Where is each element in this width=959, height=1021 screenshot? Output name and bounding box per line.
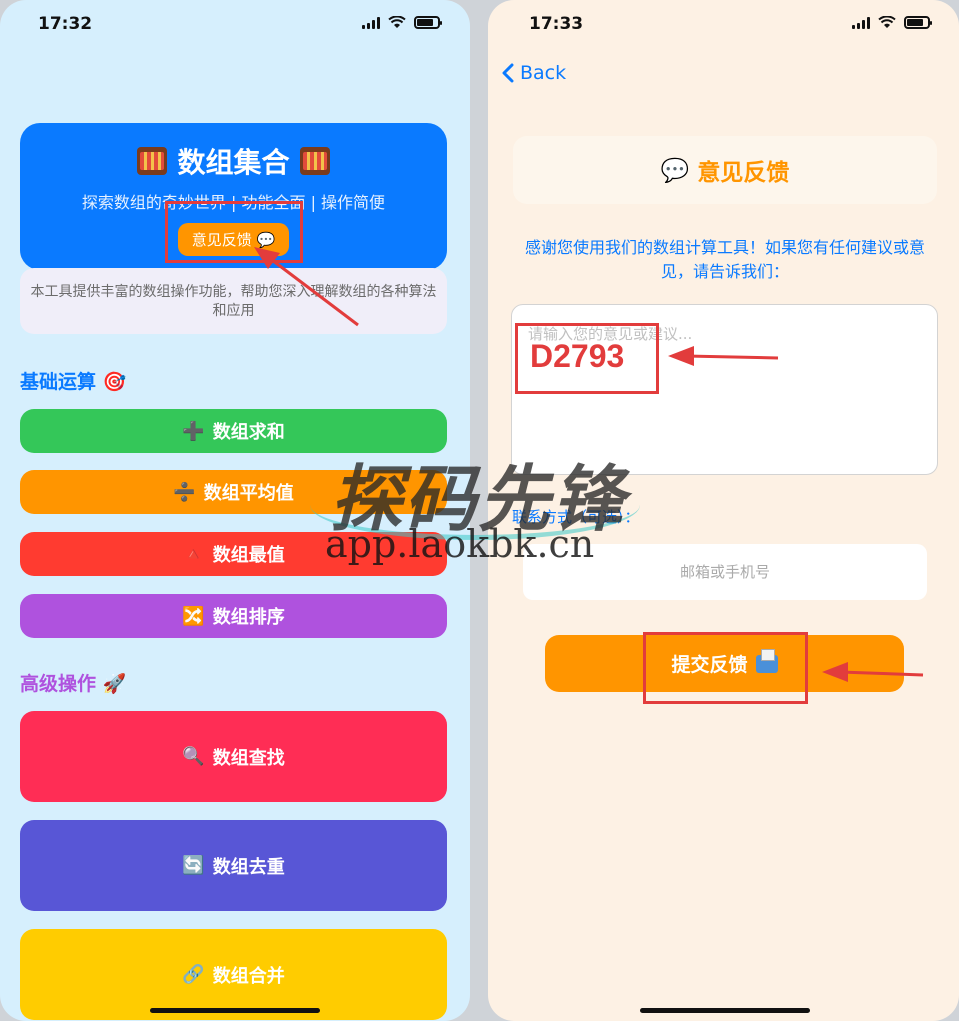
- status-time: 17:32: [38, 14, 93, 34]
- wifi-icon: [388, 16, 406, 28]
- battery-icon: [904, 16, 932, 29]
- section-title-basic-text: 基础运算: [20, 371, 97, 393]
- annotation-arrow-icon: [822, 662, 924, 682]
- section-title-advanced-text: 高级操作: [20, 673, 97, 695]
- feedback-header: 💬 意见反馈: [513, 136, 937, 204]
- link-icon: 🔗: [182, 964, 205, 985]
- merge-button[interactable]: 🔗 数组合并: [20, 929, 447, 1020]
- battery-icon: [414, 16, 442, 29]
- back-button[interactable]: Back: [502, 62, 566, 84]
- cellular-signal-icon: [362, 16, 380, 29]
- refresh-icon: 🔄: [182, 855, 205, 876]
- annotation-code: D2793: [530, 338, 625, 374]
- abacus-icon: [299, 147, 330, 175]
- wifi-icon: [878, 16, 896, 28]
- rocket-icon: 🚀: [102, 673, 127, 695]
- search-button[interactable]: 🔍 数组查找: [20, 711, 447, 802]
- status-icons: [362, 16, 442, 29]
- annotation-arrow-icon: [668, 346, 779, 366]
- section-title-advanced: 高级操作 🚀: [20, 669, 126, 696]
- shuffle-icon: 🔀: [182, 605, 205, 627]
- highlight-box: [643, 632, 808, 704]
- chevron-left-icon: [502, 63, 514, 83]
- back-label: Back: [520, 62, 567, 84]
- status-time: 17:33: [529, 14, 584, 34]
- status-icons: [852, 16, 932, 29]
- merge-button-label: 数组合并: [212, 965, 285, 987]
- home-indicator: [640, 1008, 810, 1013]
- hero-banner: 数组集合 探索数组的奇妙世界 | 功能全面 | 操作简便 意见反馈 💬: [20, 123, 447, 270]
- app-title: 数组集合: [20, 141, 447, 181]
- plus-icon: ➕: [182, 420, 205, 442]
- search-button-label: 数组查找: [212, 747, 285, 769]
- dedupe-button[interactable]: 🔄 数组去重: [20, 820, 447, 911]
- magnifier-icon: 🔍: [182, 746, 205, 767]
- divide-icon: ➗: [173, 481, 196, 503]
- sum-button-label: 数组求和: [212, 422, 285, 443]
- triangle-icon: 🔺: [182, 543, 205, 565]
- extreme-value-button-label: 数组最值: [212, 545, 285, 566]
- app-title-text: 数组集合: [177, 146, 290, 179]
- annotation-arrow-icon: [254, 247, 359, 327]
- speech-bubble-icon: 💬: [660, 157, 690, 184]
- cellular-signal-icon: [852, 16, 870, 29]
- feedback-title: 意见反馈: [697, 160, 790, 186]
- feedback-description: 感谢您使用我们的数组计算工具！如果您有任何建议或意见，请告诉我们：: [524, 238, 925, 281]
- sort-button[interactable]: 🔀 数组排序: [20, 594, 447, 638]
- section-title-basic: 基础运算 🎯: [20, 367, 126, 394]
- info-card: 本工具提供丰富的数组操作功能，帮助您深入理解数组的各种算法和应用: [20, 268, 447, 334]
- home-indicator: [150, 1008, 320, 1013]
- dedupe-button-label: 数组去重: [212, 856, 285, 878]
- sort-button-label: 数组排序: [212, 607, 285, 628]
- abacus-icon: [137, 147, 168, 175]
- average-button-label: 数组平均值: [203, 483, 294, 504]
- target-icon: 🎯: [102, 371, 127, 393]
- watermark-url: app.laokbk.cn: [325, 522, 595, 566]
